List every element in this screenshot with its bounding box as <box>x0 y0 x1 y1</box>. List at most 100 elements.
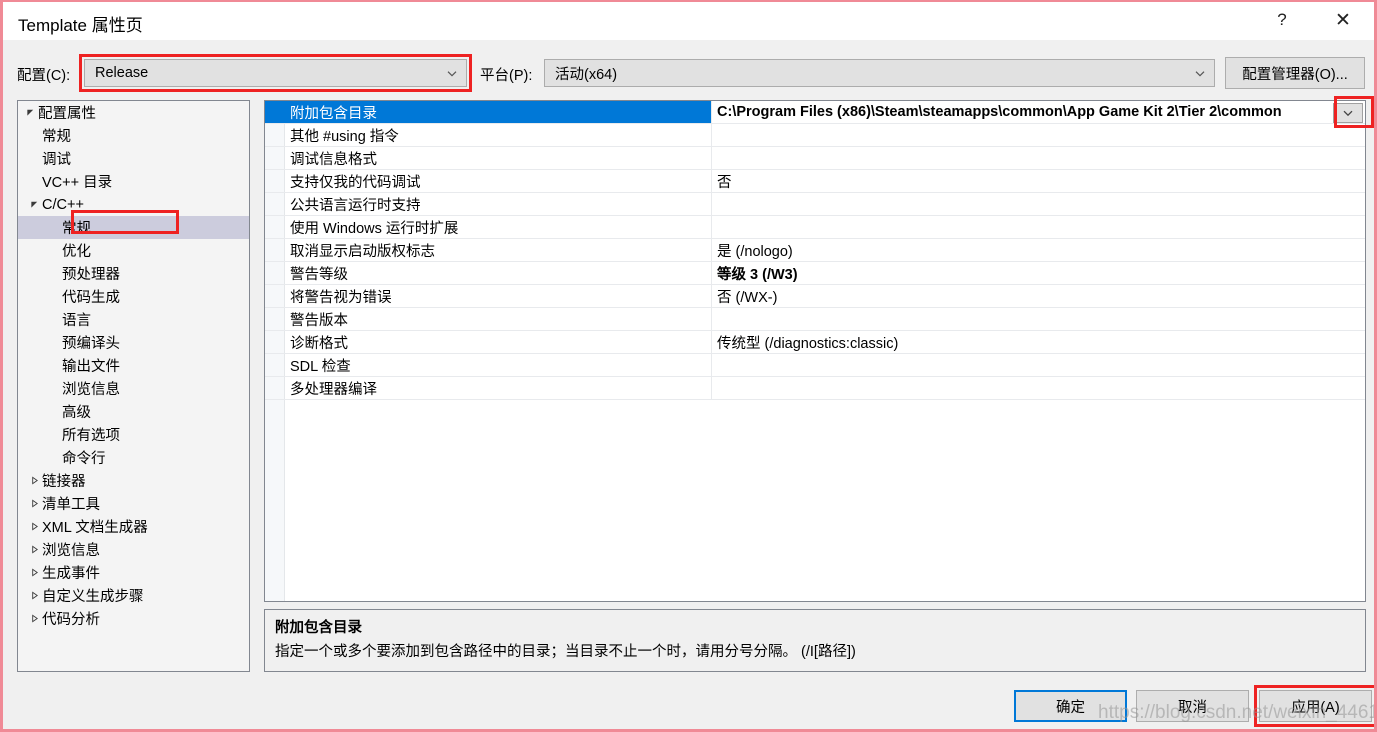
tree-item-10[interactable]: 预编译头 <box>18 331 249 354</box>
table-row[interactable]: SDL 检查 <box>265 354 1365 377</box>
property-value[interactable] <box>712 377 1365 399</box>
title-bar: Template 属性页 ? ✕ <box>3 2 1374 40</box>
property-name: 取消显示启动版权标志 <box>265 239 712 261</box>
property-name: 诊断格式 <box>265 331 712 353</box>
platform-select[interactable]: 活动(x64) <box>544 59 1215 87</box>
table-row[interactable]: 警告版本 <box>265 308 1365 331</box>
tree-item-21[interactable]: 自定义生成步骤 <box>18 584 249 607</box>
tree-item-label: XML 文档生成器 <box>42 520 148 536</box>
tree-item-label: 配置属性 <box>38 106 96 122</box>
tree-item-label: 所有选项 <box>62 428 120 444</box>
property-name: 附加包含目录 <box>265 101 712 123</box>
table-row[interactable]: 公共语言运行时支持 <box>265 193 1365 216</box>
tree-item-11[interactable]: 输出文件 <box>18 354 249 377</box>
tree-item-label: 输出文件 <box>62 359 120 375</box>
tree-item-3[interactable]: VC++ 目录 <box>18 170 249 193</box>
tree-item-6[interactable]: 优化 <box>18 239 249 262</box>
table-row[interactable]: 其他 #using 指令 <box>265 124 1365 147</box>
table-row[interactable]: 将警告视为错误否 (/WX-) <box>265 285 1365 308</box>
apply-button[interactable]: 应用(A) <box>1259 690 1372 722</box>
configuration-value: Release <box>95 65 149 81</box>
tree-item-4[interactable]: C/C++ <box>18 193 249 216</box>
property-value[interactable] <box>712 193 1365 215</box>
tree-item-14[interactable]: 所有选项 <box>18 423 249 446</box>
table-row[interactable]: 取消显示启动版权标志是 (/nologo) <box>265 239 1365 262</box>
triangle-down-icon <box>22 108 38 117</box>
property-value[interactable]: 是 (/nologo) <box>712 239 1365 261</box>
table-row[interactable]: 警告等级 等级 3 (/W3) <box>265 262 1365 285</box>
property-name: 使用 Windows 运行时扩展 <box>265 216 712 238</box>
tree-item-18[interactable]: XML 文档生成器 <box>18 515 249 538</box>
description-title: 附加包含目录 <box>275 620 362 636</box>
triangle-right-icon <box>26 476 42 485</box>
property-grid[interactable]: 附加包含目录 C:\Program Files (x86)\Steam\steam… <box>264 100 1366 602</box>
property-name: 支持仅我的代码调试 <box>265 170 712 192</box>
property-value[interactable]: 否 (/WX-) <box>712 285 1365 307</box>
tree-item-13[interactable]: 高级 <box>18 400 249 423</box>
table-row[interactable]: 多处理器编译 <box>265 377 1365 400</box>
tree-item-20[interactable]: 生成事件 <box>18 561 249 584</box>
property-name: SDL 检查 <box>265 354 712 376</box>
tree-item-17[interactable]: 清单工具 <box>18 492 249 515</box>
tree-item-label: 浏览信息 <box>62 382 120 398</box>
tree-item-7[interactable]: 预处理器 <box>18 262 249 285</box>
chevron-down-icon <box>1194 68 1205 79</box>
tree-item-label: 常规 <box>42 129 71 145</box>
table-row[interactable]: 使用 Windows 运行时扩展 <box>265 216 1365 239</box>
property-value[interactable] <box>712 354 1365 376</box>
close-icon[interactable]: ✕ <box>1320 2 1366 38</box>
tree-item-label: 自定义生成步骤 <box>42 589 144 605</box>
property-value[interactable] <box>712 308 1365 330</box>
cancel-button[interactable]: 取消 <box>1136 690 1249 722</box>
triangle-right-icon <box>26 522 42 531</box>
tree-item-5[interactable]: 常规 <box>18 216 249 239</box>
tree-item-label: 预编译头 <box>62 336 120 352</box>
triangle-right-icon <box>26 545 42 554</box>
triangle-right-icon <box>26 591 42 600</box>
property-value[interactable] <box>712 147 1365 169</box>
configuration-manager-button[interactable]: 配置管理器(O)... <box>1225 57 1365 89</box>
property-value[interactable]: 等级 3 (/W3) <box>712 262 1365 284</box>
property-name: 其他 #using 指令 <box>265 124 712 146</box>
property-value[interactable]: 否 <box>712 170 1365 192</box>
property-pages-dialog: Template 属性页 ? ✕ 配置(C): Release 平台(P): 活… <box>0 0 1377 732</box>
tree-item-label: 常规 <box>62 221 91 237</box>
tree-item-2[interactable]: 调试 <box>18 147 249 170</box>
property-name: 调试信息格式 <box>265 147 712 169</box>
tree-item-1[interactable]: 常规 <box>18 124 249 147</box>
platform-value: 活动(x64) <box>555 66 618 83</box>
tree-item-label: 调试 <box>42 152 71 168</box>
tree-item-label: 优化 <box>62 244 91 260</box>
ok-button[interactable]: 确定 <box>1014 690 1127 722</box>
tree-item-label: 浏览信息 <box>42 543 100 559</box>
help-icon[interactable]: ? <box>1259 2 1305 38</box>
tree-item-label: 语言 <box>62 313 91 329</box>
table-row[interactable]: 支持仅我的代码调试否 <box>265 170 1365 193</box>
property-value[interactable]: 传统型 (/diagnostics:classic) <box>712 331 1365 353</box>
tree-item-label: VC++ 目录 <box>42 175 113 191</box>
tree-item-15[interactable]: 命令行 <box>18 446 249 469</box>
tree-item-label: 清单工具 <box>42 497 100 513</box>
tree-item-label: 代码生成 <box>62 290 120 306</box>
configuration-select[interactable]: Release <box>84 59 467 87</box>
property-name: 将警告视为错误 <box>265 285 712 307</box>
table-row[interactable]: 附加包含目录 C:\Program Files (x86)\Steam\steam… <box>265 101 1365 124</box>
property-value[interactable] <box>712 216 1365 238</box>
configuration-label: 配置(C): <box>17 68 71 84</box>
tree-item-9[interactable]: 语言 <box>18 308 249 331</box>
value-dropdown-button[interactable] <box>1333 103 1363 123</box>
tree-item-16[interactable]: 链接器 <box>18 469 249 492</box>
property-value[interactable]: C:\Program Files (x86)\Steam\steamapps\c… <box>712 101 1365 123</box>
table-row[interactable]: 诊断格式 传统型 (/diagnostics:classic) <box>265 331 1365 354</box>
description-text: 指定一个或多个要添加到包含路径中的目录；当目录不止一个时，请用分号分隔。 (/I… <box>275 644 856 660</box>
tree-item-0[interactable]: 配置属性 <box>18 101 249 124</box>
configuration-tree[interactable]: 配置属性 常规 调试 VC++ 目录 C/C++ 常规 优化 预处理器 代码生成 语言 预编译头 输出… <box>17 100 250 672</box>
property-name: 警告版本 <box>265 308 712 330</box>
tree-item-8[interactable]: 代码生成 <box>18 285 249 308</box>
tree-item-22[interactable]: 代码分析 <box>18 607 249 630</box>
tree-item-19[interactable]: 浏览信息 <box>18 538 249 561</box>
tree-item-label: 生成事件 <box>42 566 100 582</box>
table-row[interactable]: 调试信息格式 <box>265 147 1365 170</box>
property-value[interactable] <box>712 124 1365 146</box>
tree-item-12[interactable]: 浏览信息 <box>18 377 249 400</box>
